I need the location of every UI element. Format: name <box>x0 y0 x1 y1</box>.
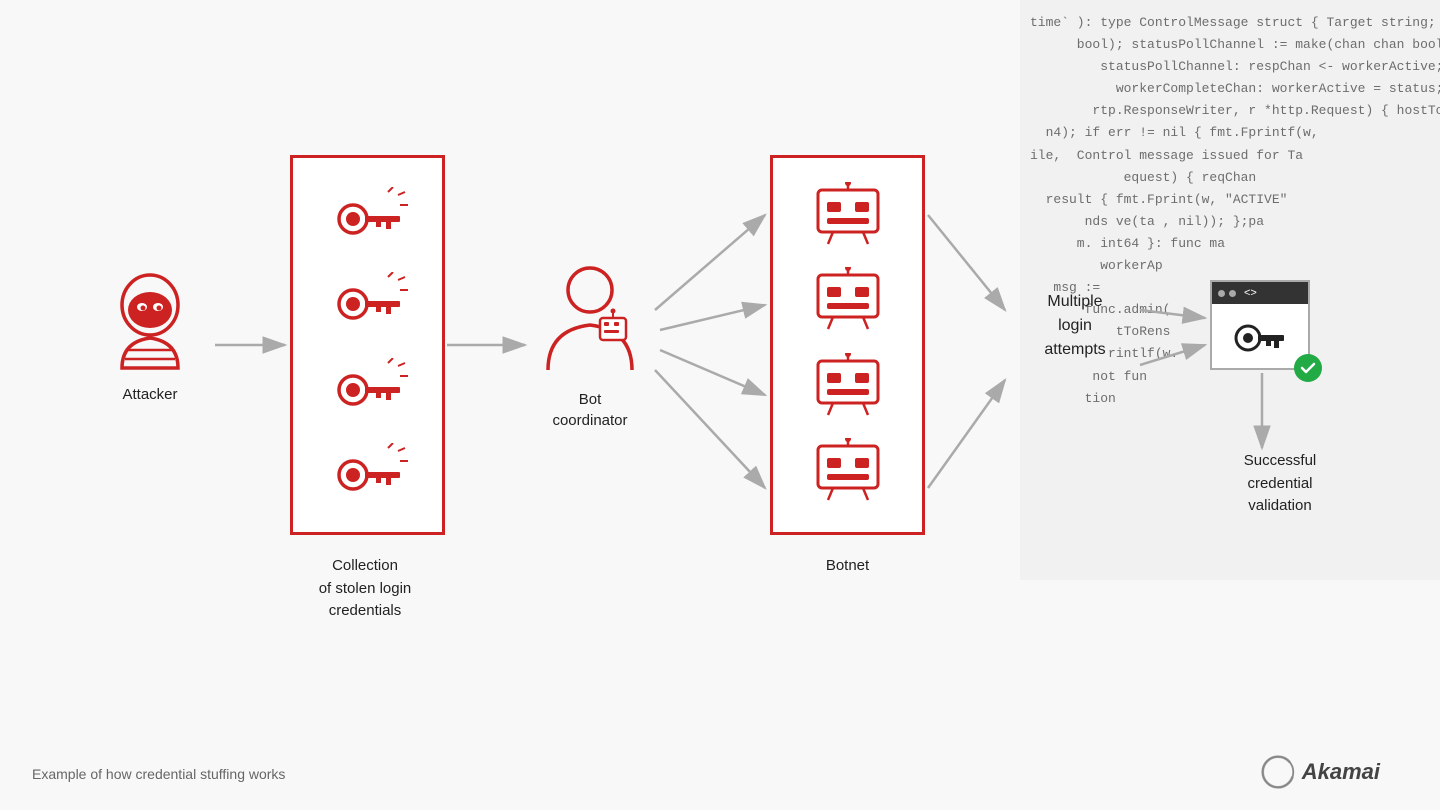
bottom-caption: Example of how credential stuffing works <box>32 766 285 782</box>
akamai-logo: Akamai <box>1260 754 1380 790</box>
key-icon-1 <box>318 187 418 247</box>
bot-coordinator-group: Bot coordinator <box>540 260 640 431</box>
key-icon-3 <box>318 358 418 418</box>
attacker-label: Attacker <box>122 384 177 405</box>
credential-validation-label: Successful credential validation <box>1200 450 1360 518</box>
multiple-login-group: Multiple login attempts <box>1010 290 1140 362</box>
bot-coordinator-label: Bot coordinator <box>552 389 627 431</box>
bot-icon-2 <box>803 267 893 337</box>
key-validation-box: <> <box>1210 280 1310 370</box>
botnet-box <box>770 155 925 535</box>
credentials-box <box>290 155 445 535</box>
bot-icon-3 <box>803 353 893 423</box>
akamai-logo-text: Akamai <box>1302 759 1380 785</box>
attacker-icon <box>105 270 195 370</box>
botnet-label: Botnet <box>770 555 925 578</box>
bot-icon-1 <box>803 182 893 252</box>
credentials-label: Collection of stolen login credentials <box>255 555 475 623</box>
key-icon-4 <box>318 443 418 503</box>
akamai-logo-icon <box>1260 754 1296 790</box>
attacker-group: Attacker <box>105 270 195 405</box>
key-icon-2 <box>318 272 418 332</box>
checkmark-icon <box>1300 362 1316 374</box>
big-key-icon <box>1230 316 1290 361</box>
bot-icon-4 <box>803 438 893 508</box>
bot-coordinator-icon <box>540 260 640 375</box>
